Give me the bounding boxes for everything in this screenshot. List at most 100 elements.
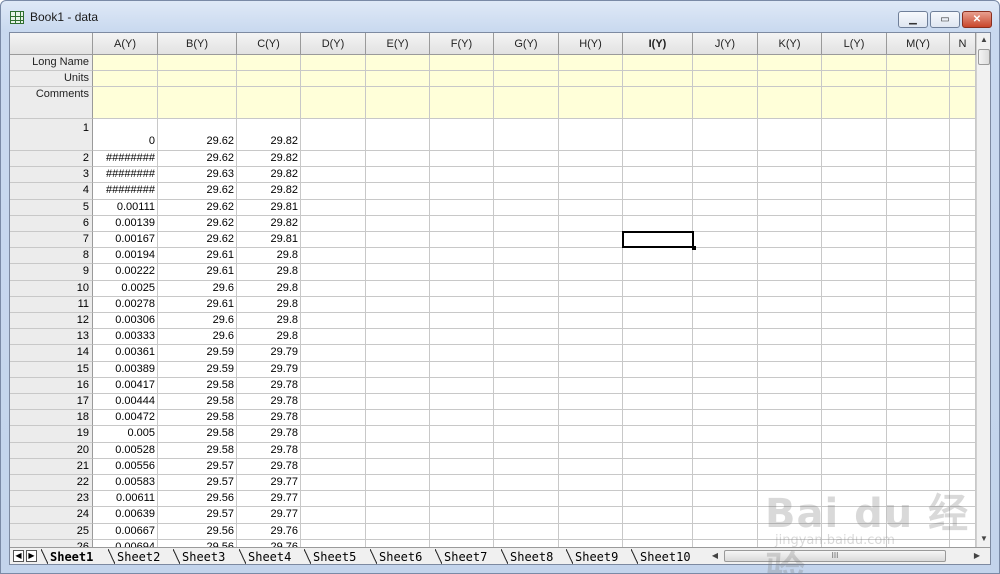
empty-cell[interactable] xyxy=(623,151,693,168)
empty-cell[interactable] xyxy=(494,151,559,168)
row-header[interactable]: 4 xyxy=(10,183,93,200)
scroll-up-icon[interactable]: ▲ xyxy=(977,33,990,47)
empty-cell[interactable] xyxy=(430,248,494,265)
data-cell[interactable]: 29.61 xyxy=(158,248,237,265)
data-cell[interactable]: 0.00444 xyxy=(93,394,158,411)
empty-cell[interactable] xyxy=(887,119,950,151)
empty-cell[interactable] xyxy=(494,361,559,378)
empty-cell[interactable] xyxy=(301,232,366,249)
empty-cell[interactable] xyxy=(301,119,366,151)
empty-cell[interactable] xyxy=(366,442,430,459)
empty-cell[interactable] xyxy=(559,507,623,524)
empty-cell[interactable] xyxy=(887,394,950,411)
data-cell[interactable]: 0 xyxy=(93,119,158,151)
empty-cell[interactable] xyxy=(623,345,693,362)
empty-cell[interactable] xyxy=(693,539,758,547)
row-header[interactable]: 1 xyxy=(10,119,93,151)
data-cell[interactable]: 29.8 xyxy=(237,248,301,265)
next-sheet-icon[interactable]: ▶ xyxy=(26,550,37,562)
empty-cell[interactable] xyxy=(301,199,366,216)
empty-cell[interactable] xyxy=(950,248,976,265)
empty-cell[interactable] xyxy=(822,199,887,216)
data-cell[interactable]: 29.82 xyxy=(237,119,301,151)
data-cell[interactable]: 29.58 xyxy=(158,442,237,459)
empty-cell[interactable] xyxy=(430,523,494,540)
data-cell[interactable]: 0.00222 xyxy=(93,264,158,281)
empty-cell[interactable] xyxy=(494,491,559,508)
empty-cell[interactable] xyxy=(366,491,430,508)
empty-cell[interactable] xyxy=(366,475,430,492)
empty-cell[interactable] xyxy=(494,248,559,265)
empty-cell[interactable] xyxy=(693,313,758,330)
empty-cell[interactable] xyxy=(494,167,559,184)
data-cell[interactable]: 0.00333 xyxy=(93,329,158,346)
data-cell[interactable]: 0.005 xyxy=(93,426,158,443)
empty-cell[interactable] xyxy=(887,345,950,362)
empty-cell[interactable] xyxy=(366,523,430,540)
empty-cell[interactable] xyxy=(559,264,623,281)
empty-cell[interactable] xyxy=(301,539,366,547)
data-cell[interactable]: 29.77 xyxy=(237,507,301,524)
meta-cell[interactable] xyxy=(623,55,693,71)
data-cell[interactable]: 29.8 xyxy=(237,313,301,330)
empty-cell[interactable] xyxy=(950,183,976,200)
empty-cell[interactable] xyxy=(887,151,950,168)
empty-cell[interactable] xyxy=(758,361,822,378)
empty-cell[interactable] xyxy=(366,507,430,524)
empty-cell[interactable] xyxy=(430,442,494,459)
empty-cell[interactable] xyxy=(758,232,822,249)
empty-cell[interactable] xyxy=(693,523,758,540)
meta-cell[interactable] xyxy=(559,71,623,87)
empty-cell[interactable] xyxy=(887,426,950,443)
empty-cell[interactable] xyxy=(366,394,430,411)
empty-cell[interactable] xyxy=(430,183,494,200)
empty-cell[interactable] xyxy=(693,296,758,313)
data-cell[interactable]: 29.76 xyxy=(237,523,301,540)
empty-cell[interactable] xyxy=(623,199,693,216)
meta-cell[interactable] xyxy=(93,87,158,119)
empty-cell[interactable] xyxy=(623,183,693,200)
selected-cell[interactable] xyxy=(622,231,696,251)
empty-cell[interactable] xyxy=(693,426,758,443)
data-cell[interactable]: 29.78 xyxy=(237,410,301,427)
empty-cell[interactable] xyxy=(366,329,430,346)
column-header[interactable]: K(Y) xyxy=(758,33,822,55)
empty-cell[interactable] xyxy=(693,215,758,232)
empty-cell[interactable] xyxy=(301,475,366,492)
data-cell[interactable]: ######## xyxy=(93,167,158,184)
empty-cell[interactable] xyxy=(950,119,976,151)
row-header[interactable]: 9 xyxy=(10,264,93,281)
empty-cell[interactable] xyxy=(301,507,366,524)
data-cell[interactable]: 0.00389 xyxy=(93,361,158,378)
empty-cell[interactable] xyxy=(430,458,494,475)
empty-cell[interactable] xyxy=(623,523,693,540)
column-header[interactable]: B(Y) xyxy=(158,33,237,55)
empty-cell[interactable] xyxy=(623,458,693,475)
empty-cell[interactable] xyxy=(430,280,494,297)
meta-cell[interactable] xyxy=(822,71,887,87)
data-cell[interactable]: 29.8 xyxy=(237,264,301,281)
column-header[interactable]: A(Y) xyxy=(93,33,158,55)
data-cell[interactable]: 29.82 xyxy=(237,151,301,168)
data-cell[interactable]: 0.00139 xyxy=(93,215,158,232)
empty-cell[interactable] xyxy=(494,329,559,346)
data-cell[interactable]: 29.79 xyxy=(237,345,301,362)
row-header[interactable]: 8 xyxy=(10,248,93,265)
empty-cell[interactable] xyxy=(366,280,430,297)
empty-cell[interactable] xyxy=(950,329,976,346)
empty-cell[interactable] xyxy=(301,491,366,508)
row-header[interactable]: 14 xyxy=(10,345,93,362)
data-cell[interactable]: 29.61 xyxy=(158,264,237,281)
empty-cell[interactable] xyxy=(559,183,623,200)
empty-cell[interactable] xyxy=(887,296,950,313)
empty-cell[interactable] xyxy=(950,167,976,184)
sheet-tab-sheet2[interactable]: Sheet2 xyxy=(108,548,160,564)
column-header[interactable]: J(Y) xyxy=(693,33,758,55)
data-cell[interactable]: 29.78 xyxy=(237,458,301,475)
empty-cell[interactable] xyxy=(366,264,430,281)
empty-cell[interactable] xyxy=(693,377,758,394)
empty-cell[interactable] xyxy=(301,264,366,281)
column-header[interactable]: M(Y) xyxy=(887,33,950,55)
empty-cell[interactable] xyxy=(623,491,693,508)
empty-cell[interactable] xyxy=(693,199,758,216)
